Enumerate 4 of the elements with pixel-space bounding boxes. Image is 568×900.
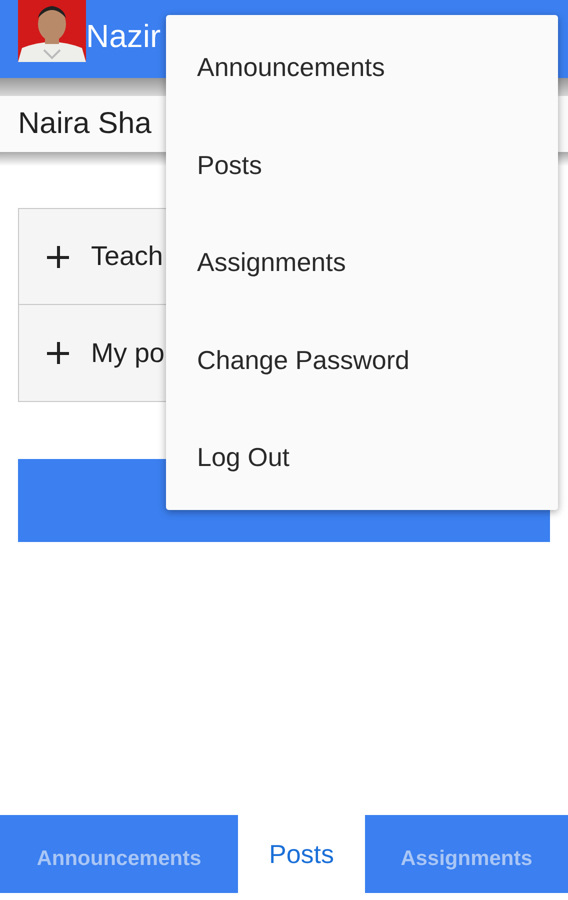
accordion-label: My po bbox=[91, 338, 165, 368]
app-title: Nazir bbox=[86, 18, 161, 55]
accordion-label: Teach bbox=[91, 241, 164, 272]
user-name: Naira Sha bbox=[18, 107, 152, 141]
